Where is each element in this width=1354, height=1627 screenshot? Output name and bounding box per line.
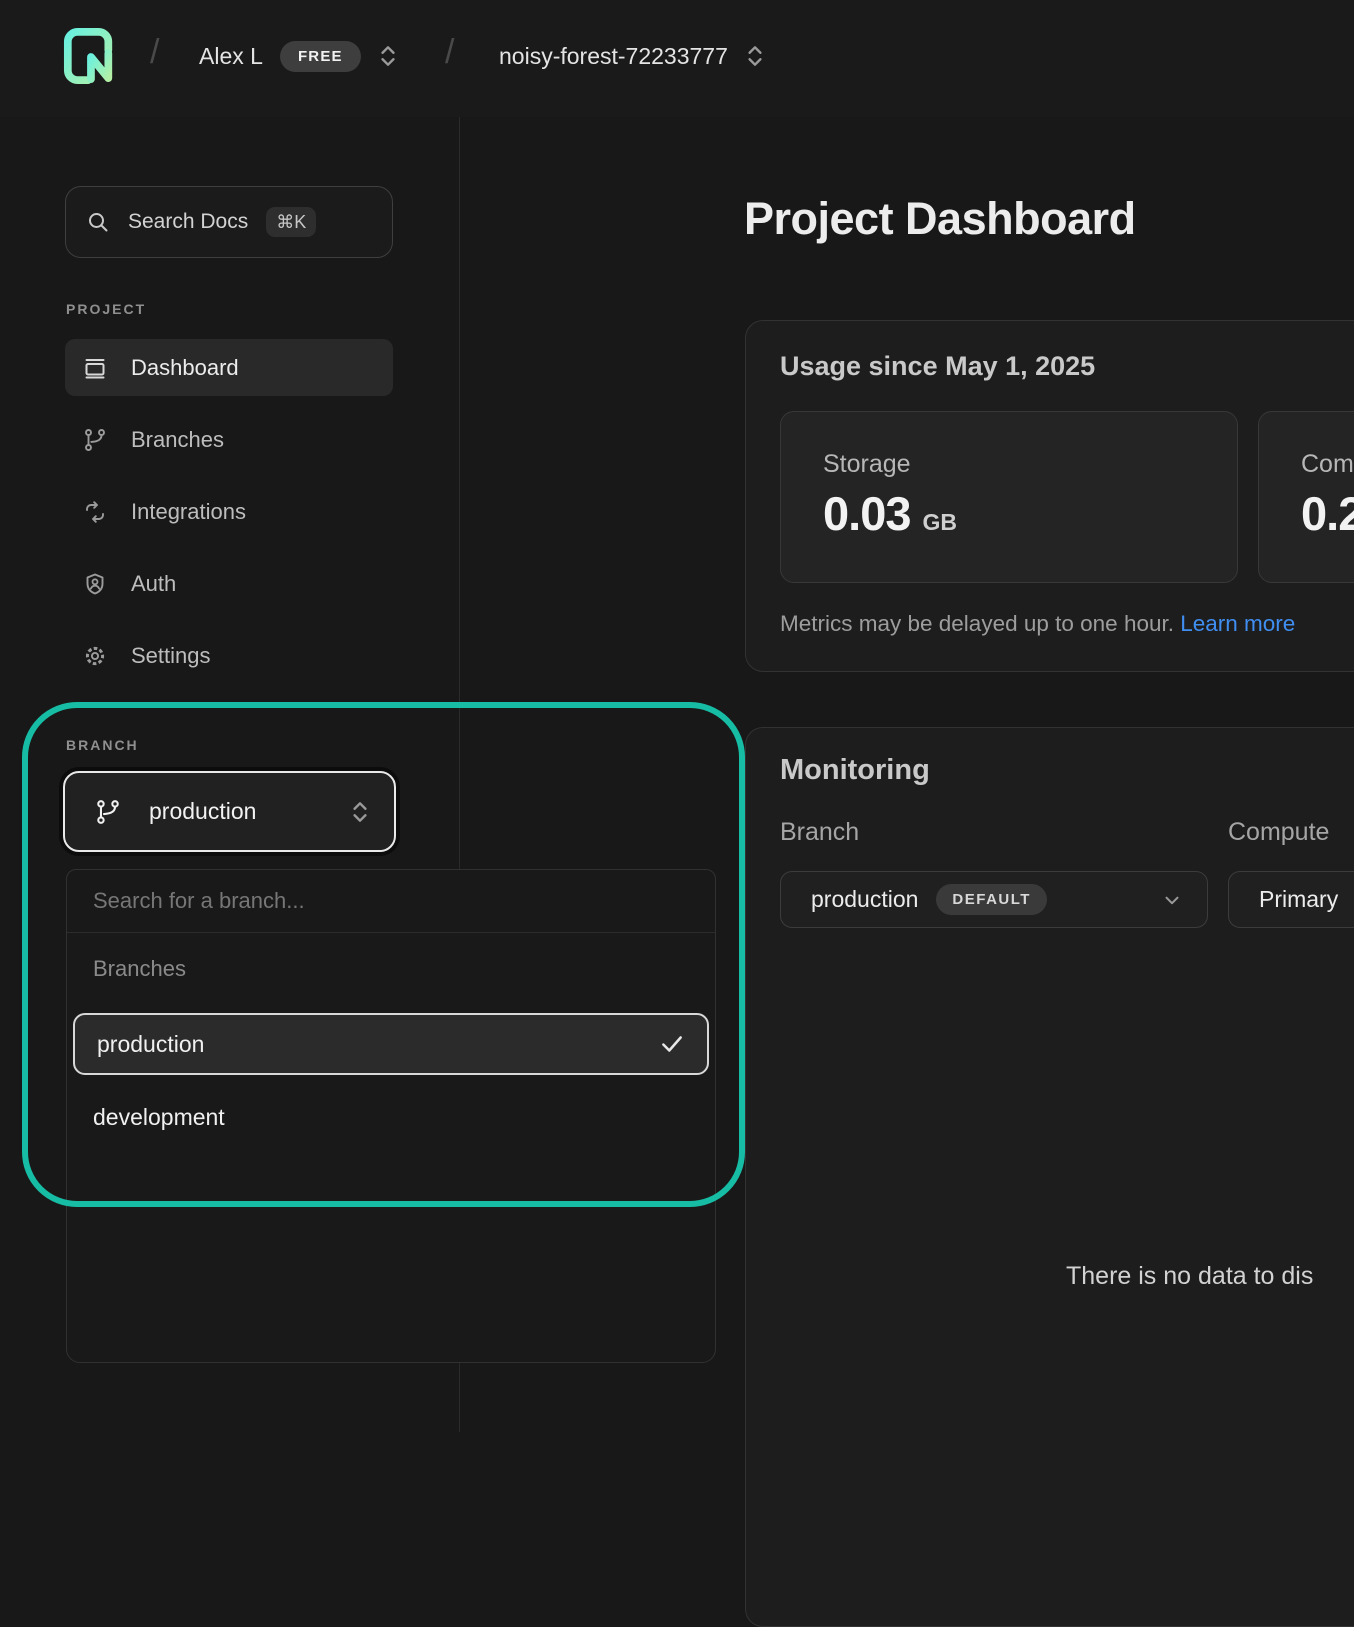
branch-selector[interactable]: production xyxy=(63,771,396,852)
storage-stat-unit: GB xyxy=(922,509,957,536)
usage-footnote: Metrics may be delayed up to one hour. L… xyxy=(780,611,1295,637)
sidebar-item-settings[interactable]: Settings xyxy=(65,627,393,684)
branch-section-label: BRANCH xyxy=(66,737,139,753)
sidebar-item-label: Dashboard xyxy=(131,355,239,381)
search-docs-label: Search Docs xyxy=(128,210,248,234)
chevron-up-down-icon xyxy=(378,43,398,69)
branch-option-production[interactable]: production xyxy=(73,1013,709,1075)
topbar: / Alex L FREE / noisy-forest-72233777 xyxy=(0,0,1354,117)
sidebar-item-label: Auth xyxy=(131,571,176,597)
breadcrumb-separator: / xyxy=(150,33,159,72)
storage-stat-value-row: 0.03 GB xyxy=(823,486,957,541)
storage-stat-label: Storage xyxy=(823,450,911,479)
monitoring-compute-label: Compute xyxy=(1228,818,1329,847)
sidebar-item-auth[interactable]: Auth xyxy=(65,555,393,612)
compute-stat-card: Com 0.2 xyxy=(1258,411,1354,583)
sidebar-nav: Dashboard Branches Integrations xyxy=(65,339,393,699)
branch-dropdown-panel: Branches production development xyxy=(66,869,716,1363)
usage-footnote-text: Metrics may be delayed up to one hour. xyxy=(780,611,1174,636)
compute-stat-label: Com xyxy=(1301,450,1354,479)
monitoring-branch-select[interactable]: production DEFAULT xyxy=(780,871,1208,928)
settings-gear-icon xyxy=(83,644,107,668)
chevron-up-down-icon xyxy=(350,799,370,825)
dashboard-icon xyxy=(83,356,107,380)
monitoring-compute-value: Primary xyxy=(1259,886,1338,913)
sidebar-item-label: Integrations xyxy=(131,499,246,525)
chevron-down-icon xyxy=(1161,889,1183,911)
monitoring-branch-value: production xyxy=(811,886,918,913)
page-title: Project Dashboard xyxy=(744,193,1136,245)
sidebar-item-integrations[interactable]: Integrations xyxy=(65,483,393,540)
branch-icon xyxy=(95,799,121,825)
monitoring-card: Monitoring Branch Compute production DEF… xyxy=(745,727,1354,1627)
integrations-icon xyxy=(83,500,107,524)
monitoring-title: Monitoring xyxy=(780,754,930,787)
storage-stat-card: Storage 0.03 GB xyxy=(780,411,1238,583)
sidebar-item-label: Settings xyxy=(131,643,211,669)
compute-stat-value-row: 0.2 xyxy=(1301,486,1354,541)
monitoring-empty-state: There is no data to dis xyxy=(1066,1262,1313,1291)
storage-stat-value: 0.03 xyxy=(823,486,910,541)
chevron-up-down-icon xyxy=(745,43,765,69)
org-switcher[interactable]: Alex L FREE xyxy=(199,31,398,81)
plan-badge: FREE xyxy=(280,41,361,72)
org-name: Alex L xyxy=(199,43,263,70)
branch-selector-value: production xyxy=(149,798,256,825)
default-badge: DEFAULT xyxy=(936,884,1047,915)
sidebar-item-branches[interactable]: Branches xyxy=(65,411,393,468)
search-icon xyxy=(86,210,110,234)
monitoring-branch-label: Branch xyxy=(780,818,859,847)
check-icon xyxy=(659,1031,685,1057)
keyboard-shortcut-badge: ⌘K xyxy=(266,207,316,237)
project-name: noisy-forest-72233777 xyxy=(499,43,728,70)
sidebar-item-label: Branches xyxy=(131,427,224,453)
branch-search-row xyxy=(67,870,715,933)
neon-logo-icon[interactable] xyxy=(63,27,117,85)
branch-option-label: production xyxy=(97,1031,204,1058)
usage-card-title: Usage since May 1, 2025 xyxy=(780,351,1095,382)
branch-group-label: Branches xyxy=(93,955,689,983)
project-section-label: PROJECT xyxy=(66,301,146,317)
project-switcher[interactable]: noisy-forest-72233777 xyxy=(499,31,765,81)
breadcrumb-separator: / xyxy=(445,33,454,72)
branch-option-label: development xyxy=(93,1104,225,1131)
branch-option-development[interactable]: development xyxy=(67,1087,715,1147)
search-docs-button[interactable]: Search Docs ⌘K xyxy=(65,186,393,258)
learn-more-link[interactable]: Learn more xyxy=(1180,611,1295,636)
sidebar-item-dashboard[interactable]: Dashboard xyxy=(65,339,393,396)
neon-console-page: { "colors": { "background": "#181818", "… xyxy=(0,0,1354,1432)
usage-card: Usage since May 1, 2025 Storage 0.03 GB … xyxy=(745,320,1354,672)
branch-icon xyxy=(83,428,107,452)
auth-shield-icon xyxy=(83,572,107,596)
compute-stat-value: 0.2 xyxy=(1301,486,1354,541)
monitoring-compute-select[interactable]: Primary xyxy=(1228,871,1354,928)
branch-search-input[interactable] xyxy=(67,888,715,914)
